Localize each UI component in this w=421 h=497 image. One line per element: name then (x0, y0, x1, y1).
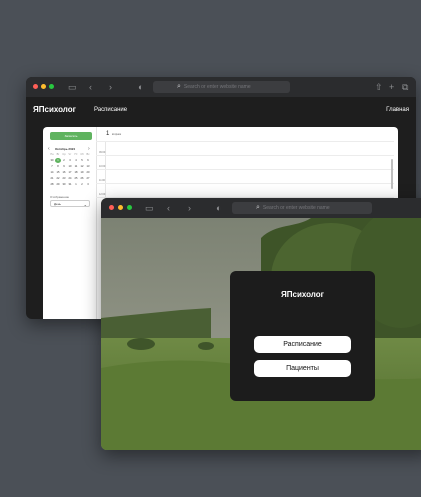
forward-icon[interactable]: › (109, 77, 112, 97)
address-placeholder: Search or enter website name (262, 205, 330, 211)
time-label: 11:00 (99, 179, 106, 182)
zoom-dot[interactable] (49, 84, 54, 89)
privacy-icon[interactable]: ◐ (216, 198, 221, 218)
calendar-sidebar: Записать ‹ Октябрь 2024 › Пн Вт Ср Чт Пт Сб Вс… (43, 127, 97, 319)
privacy-icon[interactable]: ◐ (138, 77, 143, 97)
day-name: вторник (112, 133, 122, 136)
calendar-day[interactable]: 27 (85, 176, 91, 181)
month-title: Октябрь 2024 (55, 147, 76, 151)
hour-line (96, 169, 394, 170)
view-select[interactable]: День ⌄ (50, 200, 90, 207)
new-tab-icon[interactable]: + (389, 77, 394, 97)
weekday-label: Вс (86, 153, 90, 156)
day-number: 1 (106, 131, 110, 137)
browser-toolbar: ▭ ‹ › ◐ ⌕ Search or enter website name ⇧ … (26, 77, 416, 97)
share-icon[interactable]: ⇧ (375, 77, 383, 97)
calendar-day[interactable]: 3 (85, 182, 91, 187)
menu-card: ЯПсихолог Расписание Пациенты (230, 271, 375, 401)
nav-schedule-link[interactable]: Расписание (94, 107, 127, 113)
brand-logo[interactable]: ЯПсихолог (33, 105, 76, 114)
app-header: ЯПсихолог Расписание Главная (26, 97, 416, 123)
close-dot[interactable] (33, 84, 38, 89)
forward-icon[interactable]: › (188, 198, 191, 218)
back-icon[interactable]: ‹ (167, 198, 170, 218)
time-label: 09:00 (99, 151, 106, 154)
hour-line (96, 155, 394, 156)
calendar-day[interactable]: 20 (85, 170, 91, 175)
address-placeholder: Search or enter website name (183, 84, 251, 90)
nav-home-link[interactable]: Главная (386, 107, 409, 113)
view-select-value: День (54, 202, 61, 206)
address-bar[interactable]: ⌕ Search or enter website name (153, 81, 290, 93)
calendar-day[interactable]: 13 (85, 164, 91, 169)
search-icon: ⌕ (177, 83, 181, 90)
calendar-day[interactable]: 6 (85, 158, 91, 163)
hour-line (96, 141, 394, 142)
card-title: ЯПсихолог (281, 290, 324, 299)
patients-button[interactable]: Пациенты (254, 360, 351, 377)
back-icon[interactable]: ‹ (89, 77, 92, 97)
address-bar[interactable]: ⌕ Search or enter website name (232, 202, 372, 214)
hour-line (96, 183, 394, 184)
tabs-icon[interactable]: ⧉ (402, 77, 408, 97)
search-icon: ⌕ (256, 204, 260, 211)
zoom-dot[interactable] (127, 205, 132, 210)
schedule-button[interactable]: Расписание (254, 336, 351, 353)
time-label: 12:00 (99, 193, 106, 196)
minimize-dot[interactable] (41, 84, 46, 89)
scrollbar[interactable] (391, 159, 393, 189)
add-appointment-button[interactable]: Записать (50, 132, 92, 140)
view-select-label: Отображение (50, 195, 70, 199)
browser-toolbar: ▭ ‹ › ◐ ⌕ Search or enter website name (101, 198, 421, 218)
home-window: ▭ ‹ › ◐ ⌕ Search or enter website name Я… (101, 198, 421, 450)
minimize-dot[interactable] (118, 205, 123, 210)
chevron-down-icon: ⌄ (83, 202, 87, 207)
sidebar-icon[interactable]: ▭ (68, 77, 77, 97)
close-dot[interactable] (109, 205, 114, 210)
sidebar-icon[interactable]: ▭ (145, 198, 154, 218)
time-label: 10:00 (99, 165, 106, 168)
